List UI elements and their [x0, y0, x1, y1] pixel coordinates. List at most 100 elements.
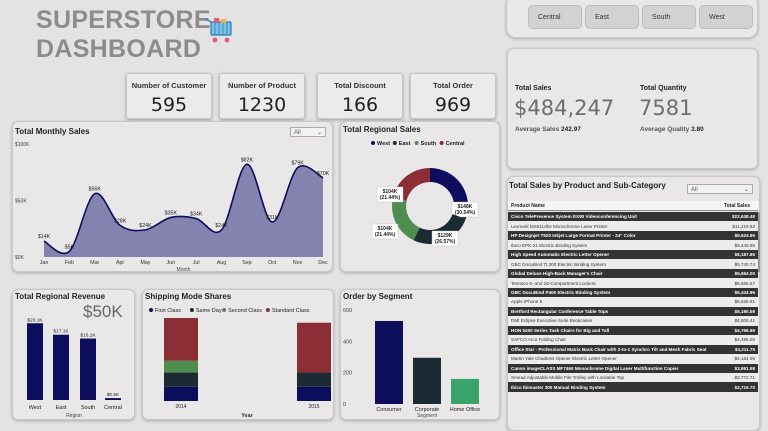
x-tick-label: Nov: [293, 260, 303, 266]
table-row[interactable]: DMI Eclipse Executive Suite Bookcases $4,…: [508, 316, 758, 326]
bar: [53, 334, 69, 400]
data-label: $70K: [317, 171, 330, 177]
regional-sales-donut: West East South Central$148K(30.54%)$129K(2…: [371, 141, 479, 247]
product-name-cell: Cisco TelePresence System EX90 Videoconf…: [508, 212, 727, 222]
region-button-east[interactable]: East: [585, 5, 639, 29]
kpi-value: 969: [434, 94, 472, 116]
table-row[interactable]: Cisco TelePresence System EX90 Videoconf…: [508, 212, 758, 222]
total-sales-cell: $3,991.98: [726, 363, 758, 373]
table-scrollbar[interactable]: [758, 212, 760, 272]
region-button-south[interactable]: South: [642, 5, 696, 29]
legend-marker: [265, 308, 270, 312]
data-label: $24K: [139, 223, 152, 229]
total-sales-cell: $5,190.59: [726, 306, 758, 317]
y-tick-label: 0: [343, 402, 346, 408]
bar: [80, 338, 96, 400]
total-sales-cell: $3,716.70: [726, 382, 758, 392]
product-name-cell: DMI Eclipse Executive Suite Bookcases: [508, 316, 727, 326]
region-button-central[interactable]: Central: [528, 5, 582, 29]
table-row[interactable]: Ibico Ibimaster 300 Manual Binding Syste…: [508, 382, 758, 392]
chevron-down-icon: ⌄: [743, 187, 749, 193]
col-product-name[interactable]: Product Name: [511, 203, 545, 209]
product-name-cell: Apple iPhone 5: [508, 297, 727, 307]
table-row[interactable]: HP Designjet T520 Inkjet Large Format Pr…: [508, 230, 758, 241]
col-total-sales[interactable]: Total Sales: [724, 203, 750, 209]
product-name-cell: HP Designjet T520 Inkjet Large Format Pr…: [508, 230, 727, 241]
product-filter-dropdown[interactable]: All ⌄: [687, 184, 753, 194]
legend-label: Same Day: [196, 308, 222, 314]
table-row[interactable]: SAFCO Arco Folding Chair $4,495.00: [508, 335, 758, 345]
table-row[interactable]: HON 5400 Series Task Chairs for Big and …: [508, 325, 758, 336]
data-label: $82K: [241, 157, 254, 163]
kpi-label: Number of Product: [228, 81, 296, 90]
data-label: (21.44%): [380, 195, 401, 201]
table-row[interactable]: Martin Yale Chadless Opener Electric Let…: [508, 354, 758, 364]
avg-qty-label: Average Quality: [640, 126, 690, 133]
kpi-orders: Total Order 969: [410, 73, 496, 119]
total-sales-cell: $4,809.41: [726, 316, 758, 326]
table-row[interactable]: Smead Adjustable Mobile File Trolley wit…: [508, 372, 758, 383]
kpi-value: 1230: [237, 94, 287, 116]
x-tick-label: Aug: [217, 260, 226, 266]
data-label: (21.44%): [375, 232, 396, 238]
data-label: (30.54%): [455, 210, 476, 216]
x-axis-label: Region: [66, 413, 82, 419]
x-tick-label: Consumer: [376, 407, 402, 413]
product-name-cell: Ibico Ibimaster 300 Manual Binding Syste…: [508, 382, 727, 392]
legend-label: Standard Class: [272, 308, 310, 314]
data-label: $24K: [215, 223, 228, 229]
x-tick-label: Jul: [193, 260, 200, 266]
region-button-west[interactable]: West: [699, 5, 753, 29]
total-sales-value: $484,247: [514, 96, 615, 120]
product-name-cell: Canon imageCLASS MF7460 Monochrome Digit…: [508, 363, 727, 373]
product-name-cell: HON 5400 Series Task Chairs for Big and …: [508, 325, 727, 336]
table-row[interactable]: Apple iPhone 5 $5,528.61: [508, 297, 758, 307]
table-row[interactable]: Tennsco 6- and 18-Compartment Lockers $5,…: [508, 278, 758, 288]
x-tick-label: Sep: [242, 260, 251, 266]
legend-label: Second Class: [228, 308, 262, 314]
table-row[interactable]: Lexmark MX611dhe Monochrome Laser Printe…: [508, 221, 758, 231]
y-tick-label: 200: [343, 371, 352, 377]
y-tick-label: $0K: [15, 255, 25, 261]
data-label: $17.1K: [53, 329, 69, 335]
x-tick-label: Home Office: [450, 407, 480, 413]
kpi-label: Total Order: [433, 81, 473, 90]
data-label: $14K: [38, 234, 51, 240]
regional-sales-title: Total Regional Sales: [343, 125, 421, 134]
total-sales-cell: $5,664.00: [726, 268, 758, 279]
kpi-value: 595: [150, 94, 188, 116]
x-axis-label: Month: [177, 267, 191, 272]
table-row[interactable]: High Speed Automatic Electric Letter Ope…: [508, 249, 758, 260]
product-name-cell: Lexmark MX611dhe Monochrome Laser Printe…: [508, 221, 727, 231]
kpi-discount: Total Discount 166: [317, 73, 403, 119]
avg-sales-label: Average Sales: [515, 126, 560, 133]
table-row[interactable]: GBC DocuBind TL300 Electric Binding Syst…: [508, 259, 758, 269]
legend-label: West: [377, 141, 390, 147]
data-label: (26.57%): [435, 239, 456, 245]
table-row[interactable]: Bretford Rectangular Conference Table To…: [508, 306, 758, 317]
legend-label: East: [399, 141, 411, 147]
data-label: $56K: [89, 187, 102, 193]
table-row[interactable]: Canon imageCLASS MF7460 Monochrome Digit…: [508, 363, 758, 373]
table-row[interactable]: Global Deluxe High-Back Manager's Chair $…: [508, 268, 758, 279]
bar: [375, 320, 403, 404]
legend-label: First Class: [155, 308, 181, 314]
totals-card: Total Sales $484,247 Average Sales 242.9…: [507, 48, 758, 169]
product-table-header: Product Name Total Sales: [508, 201, 758, 211]
bar: [451, 378, 479, 404]
data-label: $0.5K: [107, 392, 120, 398]
kpi-label: Number of Customer: [131, 81, 207, 90]
total-sales-cell: $5,443.96: [726, 287, 758, 298]
product-name-cell: GBC DocuBind TL300 Electric Binding Syst…: [508, 259, 727, 269]
bar-segment: [297, 322, 331, 373]
total-sales-cell: $11,219.93: [726, 221, 758, 231]
x-tick-label: Jan: [40, 260, 49, 266]
total-sales-cell: $22,638.48: [726, 212, 758, 222]
dropdown-value: All: [691, 187, 698, 193]
x-axis-label: Segment: [417, 413, 438, 419]
y-tick-label: $100K: [15, 142, 30, 148]
avg-sales: Average Sales 242.97: [515, 126, 581, 133]
table-row[interactable]: GBC DocuBind P400 Electric Binding Syste…: [508, 287, 758, 298]
table-row[interactable]: Ibico EPK-21 Electric Binding System $9,4…: [508, 240, 758, 250]
table-row[interactable]: Office Star - Professional Matrix Back C…: [508, 344, 758, 355]
